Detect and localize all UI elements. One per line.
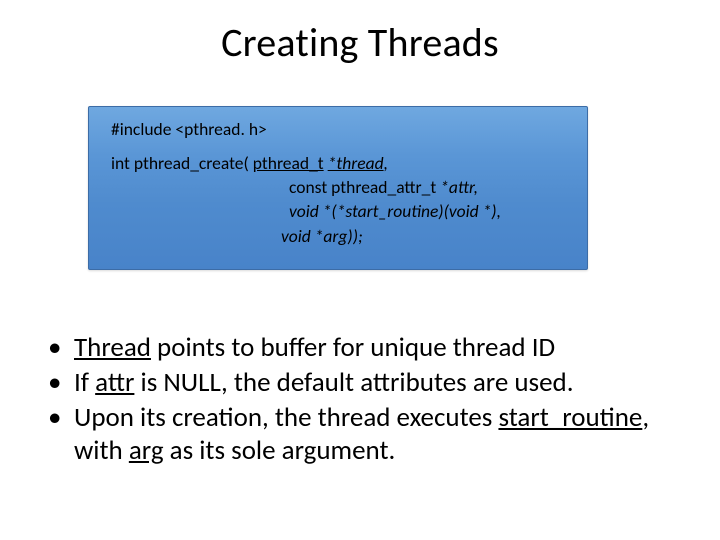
sig-l2-a: const pthread_attr_t	[289, 176, 440, 198]
slide-title: Creating Threads	[0, 0, 720, 67]
bullet-marker: •	[44, 367, 74, 400]
sig-l1-type: pthread_t	[253, 152, 324, 174]
bullet-item: • Thread points to buffer for unique thr…	[44, 332, 676, 365]
b1-u1: attr	[95, 366, 134, 399]
b2-u1: start_routine	[498, 401, 642, 434]
b2-u2: arg	[129, 434, 164, 467]
signature-block: int pthread_create( pthread_t *thread, c…	[111, 151, 573, 248]
bullet-item: • Upon its creation, the thread executes…	[44, 402, 676, 468]
bullet-text: If attr is NULL, the default attributes …	[74, 367, 676, 400]
b1-pre: If	[74, 366, 95, 399]
sig-l2-b: *attr,	[440, 176, 478, 198]
b0-u1: Thread	[74, 331, 151, 364]
bullet-marker: •	[44, 402, 74, 435]
sig-l1-param: *thread	[328, 152, 384, 174]
bullet-item: • If attr is NULL, the default attribute…	[44, 367, 676, 400]
b2-pre: Upon its creation, the thread executes	[74, 401, 498, 434]
sig-l1-a: int pthread_create(	[111, 152, 253, 174]
b0-mid: points to buffer for unique thread ID	[151, 331, 555, 364]
sig-line-2: const pthread_attr_t *attr,	[111, 175, 573, 199]
bullet-marker: •	[44, 332, 74, 365]
sig-line-3: void *(*start_routine)(void *),	[111, 199, 573, 223]
include-line: #include <pthread. h>	[111, 117, 573, 141]
sig-l1-comma: ,	[384, 152, 388, 174]
bullet-text: Upon its creation, the thread executes s…	[74, 402, 676, 468]
sig-line-4: void *arg));	[111, 224, 573, 248]
bullet-list: • Thread points to buffer for unique thr…	[44, 332, 676, 470]
sig-line-1: int pthread_create( pthread_t *thread,	[111, 151, 573, 175]
b2-post: as its sole argument.	[164, 434, 396, 467]
b1-mid: is NULL, the default attributes are used…	[134, 366, 573, 399]
slide: Creating Threads #include <pthread. h> i…	[0, 0, 720, 540]
bullet-text: Thread points to buffer for unique threa…	[74, 332, 676, 365]
code-box: #include <pthread. h> int pthread_create…	[88, 106, 588, 270]
